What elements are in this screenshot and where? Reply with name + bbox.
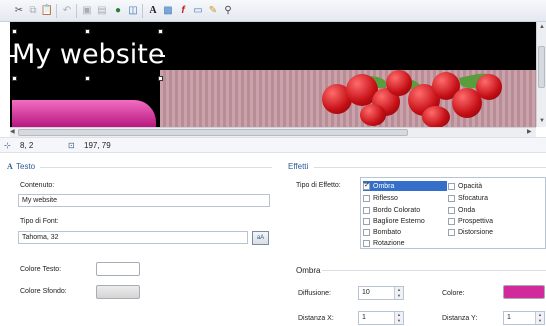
effect-option-rotazione[interactable]: Rotazione [363,238,405,248]
resize-handle[interactable] [158,76,163,81]
copy-icon[interactable]: ⧉ [26,4,40,18]
effect-option-bombato[interactable]: Bombato [363,227,401,237]
spin-arrows-icon[interactable]: ▲ ▼ [394,312,403,324]
toolbar-separator [76,4,77,18]
design-canvas[interactable]: My website [10,22,536,127]
effect-option-onda[interactable]: Onda [448,205,475,215]
status-bar: ⊹ 8, 2 ⊡ 197, 79 [0,137,546,153]
cut-icon[interactable]: ✂ [12,4,26,18]
divider [314,167,546,168]
effect-option-prospettiva[interactable]: Prospettiva [448,216,493,226]
position-readout: 8, 2 [20,141,34,150]
insert-link-icon[interactable]: ● [111,4,125,18]
font-label: Tipo di Font: [20,218,59,225]
size-readout: 197, 79 [84,141,111,150]
checkbox[interactable] [448,206,455,214]
insert-layer-icon[interactable]: ◫ [126,4,140,18]
distance-y-value: 1 [507,314,511,321]
image-icon[interactable]: ▩ [161,4,175,18]
bg-color-label: Colore Sfondo: [20,288,67,295]
edit-icon[interactable]: ✎ [206,4,220,18]
horizontal-scrollbar[interactable]: ◀ ▶ [10,127,536,137]
toolbar-separator [142,4,143,18]
title-right-dash [160,55,165,57]
distance-y-label: Distanza Y: [442,315,478,322]
checkbox[interactable] [448,182,455,190]
effect-option-riflesso[interactable]: Riflesso [363,193,398,203]
title-left-dash [10,55,15,57]
resize-handle[interactable] [85,76,90,81]
diffusion-value: 10 [362,289,370,296]
position-icon: ⊹ [4,141,11,150]
effects-checklist[interactable]: Ombra Riflesso Bordo Colorato Bagliore E… [360,177,546,249]
choose-font-button[interactable]: aA [252,231,269,245]
spin-arrows-icon[interactable]: ▲ ▼ [535,312,544,324]
checkbox[interactable] [448,228,455,236]
toolbar: ✂ ⧉ 📋 ↶ ▣ ▤ ● ◫ A ▩ f ▭ ✎ ⚲ [0,0,546,22]
comment-icon[interactable]: ▭ [191,4,205,18]
content-input[interactable]: My website [18,194,270,207]
checkbox[interactable] [448,194,455,202]
checkbox[interactable] [363,228,370,236]
ombra-section-title: Ombra [296,266,321,275]
checkbox[interactable] [363,181,370,190]
text-icon[interactable]: A [146,4,160,18]
distance-x-spinner[interactable]: 1 ▲ ▼ [358,311,404,325]
find-icon[interactable]: ⚲ [221,4,235,18]
toolbar-separator [56,4,57,18]
flash-icon[interactable]: f [176,4,190,18]
effect-option-bagliore-esterno[interactable]: Bagliore Esterno [363,216,425,226]
undo-icon[interactable]: ↶ [60,4,74,18]
site-title-text[interactable]: My website [10,32,168,78]
horizontal-scroll-thumb[interactable] [18,129,408,136]
effect-option-distorsione[interactable]: Distorsione [448,227,493,237]
effect-option-bordo-colorato[interactable]: Bordo Colorato [363,205,420,215]
resize-handle[interactable] [158,29,163,34]
vertical-scrollbar[interactable]: ▲ ▼ [536,22,546,127]
distance-x-label: Distanza X: [298,315,334,322]
shadow-color-swatch[interactable] [503,285,545,299]
bg-color-swatch[interactable] [96,285,140,299]
divider [322,270,546,271]
effect-option-sfocatura[interactable]: Sfocatura [448,193,488,203]
send-back-icon[interactable]: ▤ [95,4,109,18]
effect-type-label: Tipo di Effetto: [296,182,341,189]
resize-handle[interactable] [85,29,90,34]
scroll-left-icon[interactable]: ◀ [10,128,15,136]
checkbox[interactable] [363,217,370,225]
checkbox[interactable] [448,217,455,225]
divider [40,167,272,168]
raspberry-photo[interactable] [160,70,536,127]
text-section-icon: A [7,162,13,171]
checkbox[interactable] [363,194,370,202]
effect-option-ombra[interactable]: Ombra [363,181,447,191]
effect-option-opacita[interactable]: Opacità [448,181,482,191]
scroll-right-icon[interactable]: ▶ [527,128,532,136]
distance-x-value: 1 [362,314,366,321]
vertical-scroll-thumb[interactable] [538,46,545,88]
resize-handle[interactable] [12,29,17,34]
content-label: Contenuto: [20,182,55,189]
diffusion-label: Diffusione: [298,290,331,297]
text-color-label: Colore Testo: [20,266,62,273]
shadow-color-label: Colore: [442,290,465,297]
scroll-up-icon[interactable]: ▲ [539,23,545,31]
checkbox[interactable] [363,239,370,247]
editor-window: ✂ ⧉ 📋 ↶ ▣ ▤ ● ◫ A ▩ f ▭ ✎ ⚲ My website ▲… [0,0,546,326]
text-color-swatch[interactable] [96,262,140,276]
resize-handle[interactable] [12,76,17,81]
effetti-section-title: Effetti [288,162,309,171]
testo-section-title: Testo [16,162,36,171]
spin-arrows-icon[interactable]: ▲ ▼ [394,287,403,299]
font-input[interactable]: Tahoma, 32 [18,231,248,244]
checkbox[interactable] [363,206,370,214]
distance-y-spinner[interactable]: 1 ▲ ▼ [503,311,545,325]
bring-front-icon[interactable]: ▣ [80,4,94,18]
diffusion-spinner[interactable]: 10 ▲ ▼ [358,286,404,300]
pink-banner-shape[interactable] [12,100,156,127]
paste-icon[interactable]: 📋 [40,4,54,18]
size-icon: ⊡ [68,141,75,150]
scroll-down-icon[interactable]: ▼ [539,117,545,125]
